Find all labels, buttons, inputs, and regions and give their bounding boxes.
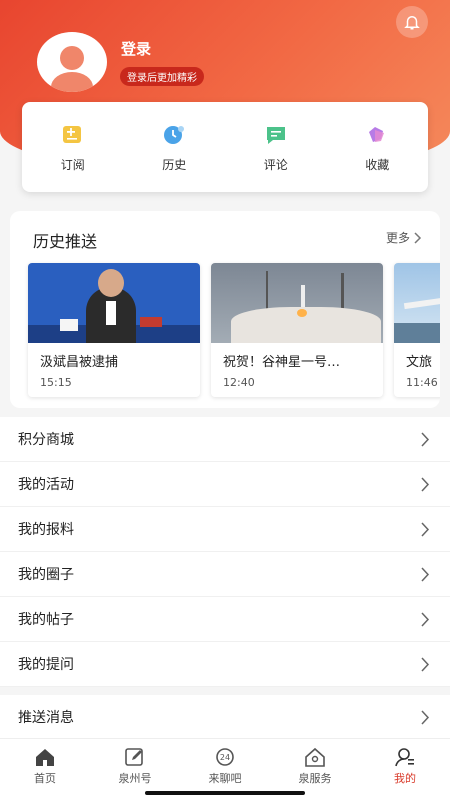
- quick-action-comment[interactable]: 评论: [225, 102, 327, 192]
- history-news-item[interactable]: 汲斌昌被逮捕 15:15: [28, 263, 200, 397]
- tab-label: 泉服务: [298, 772, 332, 785]
- login-title[interactable]: 登录: [121, 38, 151, 59]
- press-conference-image: [28, 263, 200, 343]
- menu-item-label: 积分商城: [18, 432, 74, 448]
- notification-button[interactable]: [396, 6, 428, 38]
- more-label: 更多: [385, 231, 410, 245]
- history-news-item[interactable]: 文旅 11:46: [394, 263, 440, 397]
- news-title: 祝贺！谷神星一号…: [223, 355, 341, 370]
- quick-action-subscribe[interactable]: 订阅: [22, 102, 124, 192]
- quick-action-label: 收藏: [365, 158, 390, 172]
- menu-item-label: 我的圈子: [18, 567, 74, 583]
- menu-item-points-mall[interactable]: 积分商城: [0, 417, 450, 462]
- profile-icon: [395, 748, 414, 767]
- quick-action-label: 订阅: [60, 158, 85, 172]
- svg-text:24: 24: [220, 753, 230, 762]
- menu-item-my-questions[interactable]: 我的提问: [0, 642, 450, 687]
- chevron-right-icon: [421, 656, 430, 672]
- news-time: 11:46: [406, 376, 438, 389]
- chevron-right-icon: [421, 476, 430, 492]
- tab-label: 泉州号: [118, 772, 152, 785]
- chevron-right-icon: [421, 611, 430, 627]
- history-more-link[interactable]: 更多: [386, 229, 422, 246]
- avatar-body-shape: [51, 72, 93, 92]
- service-icon: [305, 747, 325, 767]
- subscribe-icon: [62, 126, 81, 143]
- chevron-right-icon: [421, 521, 430, 537]
- history-push-title: 历史推送: [33, 232, 98, 251]
- menu-item-my-posts[interactable]: 我的帖子: [0, 597, 450, 642]
- chevron-right-icon: [421, 566, 430, 582]
- favorite-icon: [369, 127, 385, 142]
- history-news-item[interactable]: 祝贺！谷神星一号… 12:40: [211, 263, 383, 397]
- chevron-right-icon: [421, 709, 430, 725]
- tab-label: 我的: [394, 772, 416, 785]
- news-title: 文旅: [406, 355, 433, 370]
- home-indicator[interactable]: [145, 791, 305, 795]
- aircraft-image: [394, 263, 440, 343]
- menu-item-label: 我的提问: [18, 657, 74, 673]
- tab-profile[interactable]: 我的: [360, 739, 450, 800]
- chevron-right-icon: [421, 431, 430, 447]
- menu-item-label: 我的报料: [18, 522, 74, 538]
- chevron-right-icon: [414, 231, 422, 244]
- history-icon: [164, 126, 185, 144]
- login-badge[interactable]: 登录后更加精彩: [120, 67, 204, 86]
- avatar-head-shape: [60, 46, 84, 70]
- quick-action-history[interactable]: 历史: [124, 102, 226, 192]
- bell-icon: [404, 16, 420, 30]
- quick-action-label: 评论: [263, 158, 288, 172]
- chat-24-icon: 24: [216, 748, 234, 766]
- news-title: 汲斌昌被逮捕: [40, 355, 119, 370]
- menu-item-label: 我的活动: [18, 477, 74, 493]
- menu-item-my-circles[interactable]: 我的圈子: [0, 552, 450, 597]
- home-icon: [36, 749, 54, 766]
- menu-item-my-activities[interactable]: 我的活动: [0, 462, 450, 507]
- menu-item-my-reports[interactable]: 我的报料: [0, 507, 450, 552]
- quick-action-label: 历史: [162, 158, 187, 172]
- menu-item-push-messages[interactable]: 推送消息: [0, 695, 450, 740]
- avatar[interactable]: [37, 32, 107, 92]
- history-push-card: 历史推送 更多 汲斌昌被逮捕 15:15 祝贺！谷神星一号… 12:40 文旅 …: [10, 211, 440, 408]
- news-time: 15:15: [40, 376, 72, 389]
- quick-actions-card: 订阅 历史 评论 收藏: [22, 102, 428, 192]
- rocket-launch-image: [211, 263, 383, 343]
- edit-icon: [125, 748, 143, 766]
- news-time: 12:40: [223, 376, 255, 389]
- tab-label: 来聊吧: [208, 772, 242, 785]
- tab-home[interactable]: 首页: [0, 739, 90, 800]
- menu-item-label: 推送消息: [18, 710, 74, 726]
- profile-menu: 积分商城 我的活动 我的报料 我的圈子 我的帖子 我的提问 推送消息: [0, 417, 450, 740]
- menu-item-label: 我的帖子: [18, 612, 74, 628]
- quick-action-favorite[interactable]: 收藏: [327, 102, 429, 192]
- comment-icon: [266, 127, 285, 144]
- tab-label: 首页: [34, 772, 56, 785]
- menu-divider: [0, 687, 450, 695]
